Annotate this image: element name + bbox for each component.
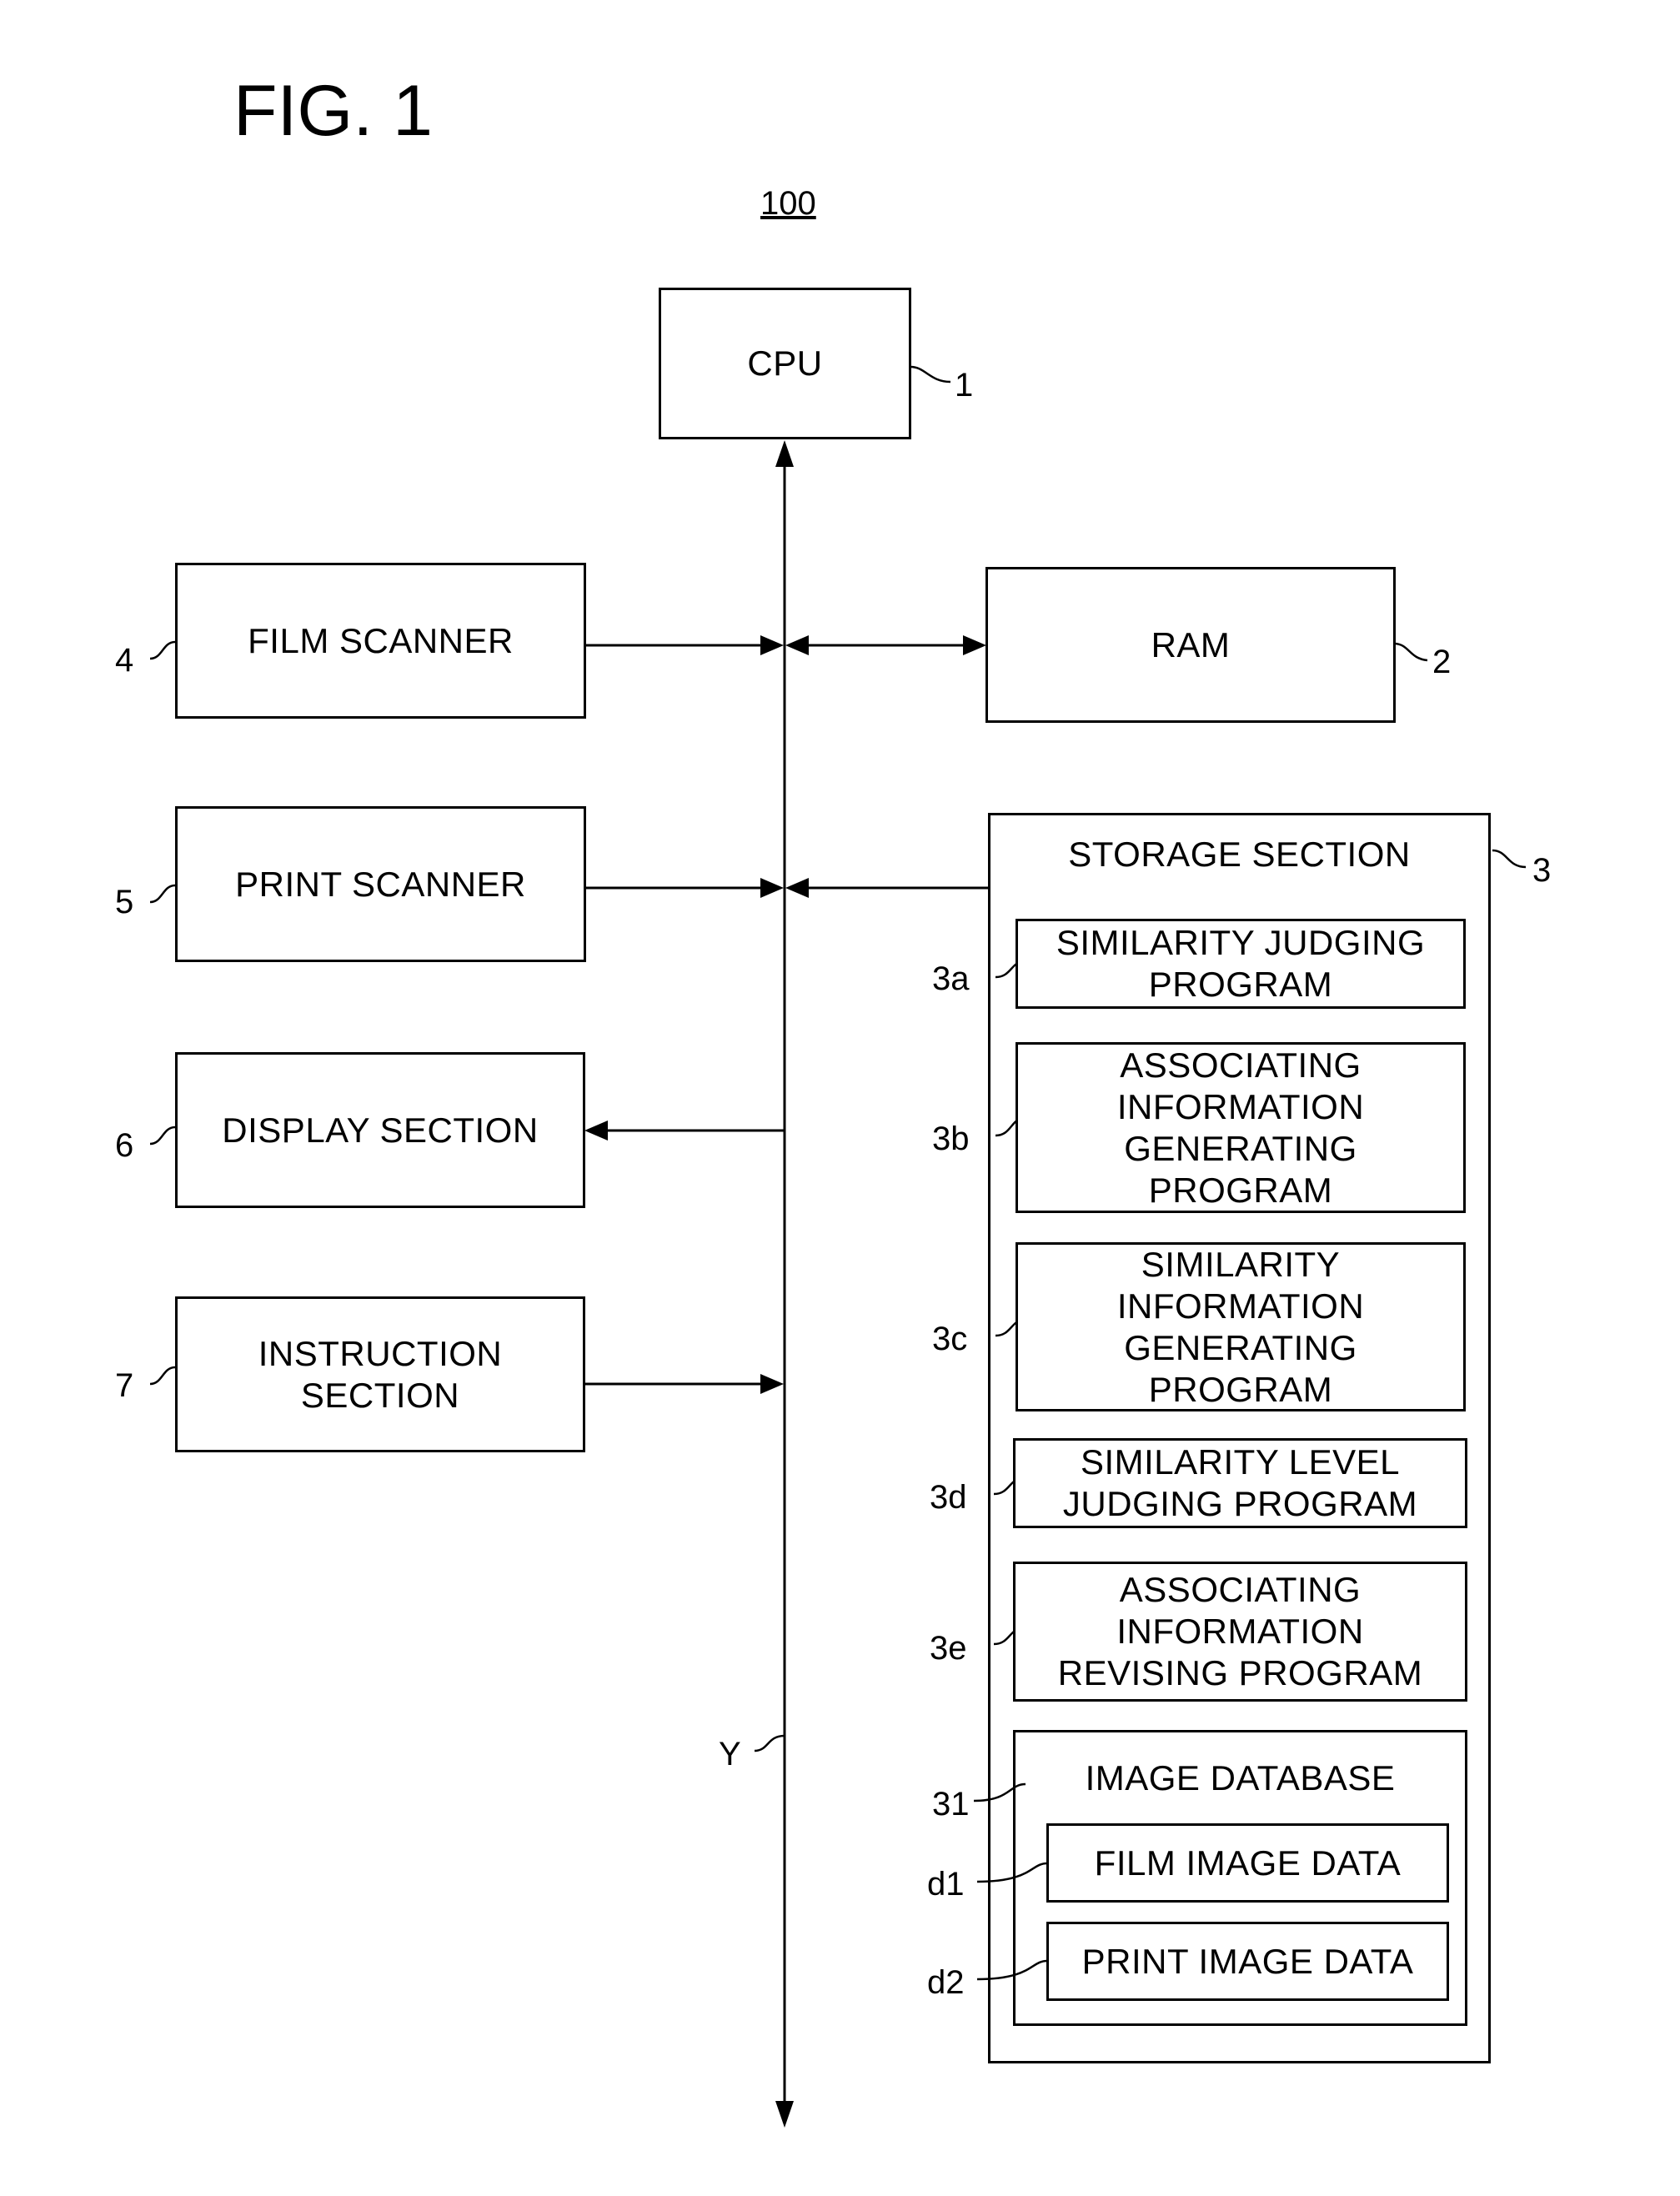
ram-block: RAM	[985, 567, 1396, 723]
program-ref: 3c	[932, 1321, 968, 1357]
print-image-data-ref: d2	[927, 1964, 965, 2001]
instruction-section-block: INSTRUCTION SECTION	[175, 1296, 585, 1452]
image-database-label: IMAGE DATABASE	[1085, 1758, 1396, 1797]
leader-print-scanner	[149, 884, 176, 904]
film-scanner-label: FILM SCANNER	[248, 620, 514, 660]
program-block-3d: SIMILARITY LEVEL JUDGING PROGRAM	[1013, 1438, 1467, 1528]
program-block-3a: SIMILARITY JUDGING PROGRAM	[1016, 919, 1466, 1009]
program-label: ASSOCIATING INFORMATION REVISING PROGRAM	[1057, 1570, 1423, 1692]
arrow-bus-from-ram	[785, 635, 809, 655]
arrow-to-ram	[963, 635, 986, 655]
ram-label: RAM	[1151, 624, 1231, 664]
leader-instruction	[149, 1366, 176, 1386]
leader-display	[149, 1126, 176, 1146]
film-image-data-label: FILM IMAGE DATA	[1094, 1843, 1402, 1883]
program-block-3b: ASSOCIATING INFORMATION GENERATING PROGR…	[1016, 1042, 1466, 1213]
print-scanner-block: PRINT SCANNER	[175, 806, 586, 962]
display-section-block: DISPLAY SECTION	[175, 1052, 585, 1208]
cpu-block: CPU	[659, 288, 911, 439]
image-database-ref: 31	[932, 1786, 970, 1822]
arrow-print-to-bus	[760, 878, 784, 898]
display-section-ref: 6	[115, 1127, 134, 1164]
bus-ref: Y	[719, 1736, 741, 1772]
display-section-label: DISPLAY SECTION	[222, 1110, 539, 1150]
leader-ram	[1393, 642, 1428, 662]
program-ref: 3a	[932, 960, 970, 997]
leader-cpu	[910, 365, 951, 384]
program-ref: 3b	[932, 1121, 970, 1157]
ram-ref: 2	[1432, 644, 1452, 680]
film-image-data-ref: d1	[927, 1866, 965, 1903]
program-ref: 3d	[930, 1479, 967, 1516]
print-scanner-label: PRINT SCANNER	[235, 864, 526, 904]
print-image-data-label: PRINT IMAGE DATA	[1081, 1941, 1414, 1981]
cpu-label: CPU	[747, 343, 823, 383]
leader-storage	[1492, 849, 1527, 869]
program-label: SIMILARITY INFORMATION GENERATING PROGRA…	[1116, 1244, 1365, 1409]
program-label: ASSOCIATING INFORMATION GENERATING PROGR…	[1116, 1045, 1365, 1210]
film-image-data-block: FILM IMAGE DATA	[1046, 1823, 1449, 1903]
print-image-data-block: PRINT IMAGE DATA	[1046, 1922, 1449, 2001]
arrow-storage-to-bus	[785, 878, 809, 898]
storage-section-label: STORAGE SECTION	[1068, 835, 1411, 874]
print-scanner-ref: 5	[115, 884, 134, 920]
program-block-3c: SIMILARITY INFORMATION GENERATING PROGRA…	[1016, 1242, 1466, 1411]
instruction-section-ref: 7	[115, 1367, 134, 1404]
program-label: SIMILARITY LEVEL JUDGING PROGRAM	[1062, 1442, 1418, 1523]
cpu-ref: 1	[955, 367, 974, 404]
film-scanner-block: FILM SCANNER	[175, 563, 586, 719]
film-scanner-ref: 4	[115, 642, 134, 679]
instruction-section-label: INSTRUCTION SECTION	[258, 1333, 503, 1415]
program-block-3e: ASSOCIATING INFORMATION REVISING PROGRAM	[1013, 1562, 1467, 1702]
arrow-film-to-bus	[760, 635, 784, 655]
arrow-to-display	[584, 1121, 608, 1141]
storage-section-ref: 3	[1532, 852, 1552, 889]
program-label: SIMILARITY JUDGING PROGRAM	[1056, 923, 1426, 1004]
leader-bus	[754, 1734, 785, 1752]
program-ref: 3e	[930, 1630, 967, 1667]
arrow-to-cpu	[775, 440, 794, 467]
arrow-bus-end	[775, 2101, 794, 2128]
arrow-instruction-to-bus	[760, 1374, 784, 1394]
leader-film-scanner	[149, 640, 176, 660]
